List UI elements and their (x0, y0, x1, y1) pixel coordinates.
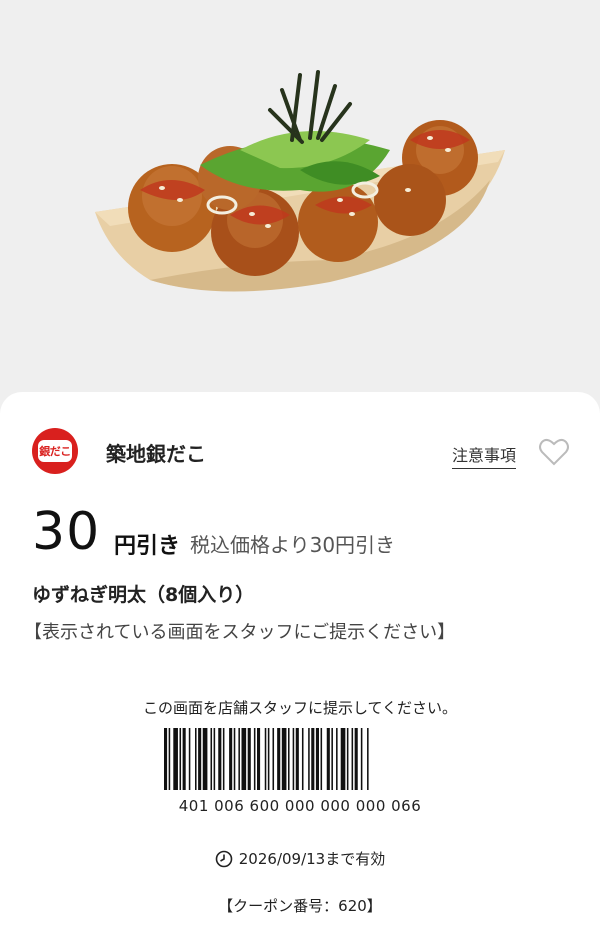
product-name: ゆずねぎ明太（8個入り） (32, 584, 255, 606)
coupon-card: 銀だこ 築地銀だこ 注意事項 30 円引き 税込価格より30円引き ゆずねぎ明太… (0, 392, 600, 932)
heart-outline-icon[interactable] (536, 434, 572, 470)
instruction-text: 【表示されている画面をスタッフにご提示ください】 (24, 622, 456, 643)
discount-amount: 30 (32, 502, 101, 562)
brand-row: 銀だこ 築地銀だこ 注意事項 (32, 428, 572, 476)
discount-row: 30 円引き 税込価格より30円引き (32, 502, 592, 562)
hero-image (0, 0, 600, 400)
expiry-text: 2026/09/13まで有効 (238, 850, 386, 868)
brand-logo-text: 銀だこ (38, 440, 72, 462)
clock-icon (215, 850, 233, 868)
brand-name: 築地銀だこ (106, 442, 206, 466)
discount-unit: 円引き (114, 534, 181, 559)
notice-link[interactable]: 注意事項 (452, 442, 517, 469)
barcode-caption: この画面を店舗スタッフに提示してください。 (142, 699, 458, 717)
coupon-number: 【クーポン番号：620】 (218, 897, 382, 915)
takoyaki-illustration (95, 70, 505, 292)
barcode-number: 401 006 600 000 000 000 066 (178, 797, 422, 815)
brand-logo: 銀だこ (32, 428, 78, 474)
expiry-row: 2026/09/13まで有効 (0, 848, 600, 869)
discount-description: 税込価格より30円引き (190, 533, 396, 557)
barcode (164, 728, 369, 790)
